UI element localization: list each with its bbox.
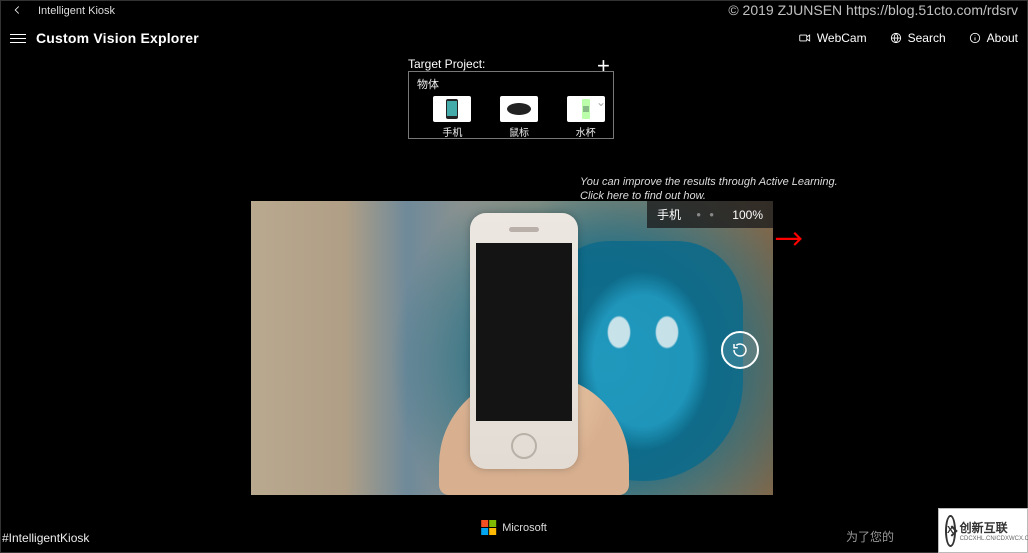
header-bar: Custom Vision Explorer WebCam Search Abo…: [0, 22, 1028, 56]
footer-right-text: 为了您的: [846, 528, 894, 545]
class-thumb-mouse[interactable]: 鼠标: [500, 96, 539, 139]
class-caption: 水杯: [576, 124, 596, 139]
project-selector[interactable]: 物体 手机 鼠标 水杯: [408, 71, 614, 139]
company-sub: CDCXHL.CN/CDXWCX.CN: [960, 536, 1028, 542]
footer-brand-text: Microsoft: [502, 522, 547, 534]
info-icon: [968, 31, 982, 45]
result-dots-icon: ● ●: [681, 210, 732, 219]
app-title: Intelligent Kiosk: [38, 5, 115, 17]
title-bar: Intelligent Kiosk: [0, 0, 1028, 22]
active-learning-hint[interactable]: You can improve the results through Acti…: [580, 175, 838, 204]
refresh-button[interactable]: [721, 331, 759, 369]
about-button[interactable]: About: [968, 31, 1018, 45]
phone-in-frame: [470, 213, 578, 469]
back-arrow-icon[interactable]: [8, 3, 26, 20]
class-caption: 鼠标: [509, 124, 529, 139]
globe-icon: [889, 31, 903, 45]
company-watermark: X 创新互联 CDCXHL.CN/CDXWCX.CN: [938, 508, 1028, 553]
company-name: 创新互联: [960, 519, 1028, 536]
class-caption: 手机: [442, 124, 462, 139]
microsoft-logo-icon: [481, 520, 496, 535]
target-project-label: Target Project:: [408, 57, 485, 71]
refresh-icon: [731, 341, 749, 359]
webcam-label: WebCam: [817, 31, 867, 45]
footer-hashtag: #IntelligentKiosk: [2, 531, 89, 545]
page-title: Custom Vision Explorer: [36, 30, 199, 46]
prediction-result: 手机 ● ● 100%: [647, 201, 773, 228]
class-thumb-phone[interactable]: 手机: [433, 96, 472, 139]
company-logo-icon: X: [945, 515, 956, 547]
prediction-confidence: 100%: [732, 208, 763, 222]
about-label: About: [987, 31, 1018, 45]
camera-feed: 手机 ● ● 100%: [251, 201, 773, 495]
hint-line1: You can improve the results through Acti…: [580, 175, 838, 189]
hamburger-icon[interactable]: [10, 34, 26, 43]
search-label: Search: [908, 31, 946, 45]
footer-brand: Microsoft: [481, 520, 547, 535]
webcam-button[interactable]: WebCam: [798, 31, 867, 45]
chevron-down-icon[interactable]: ⌄: [596, 95, 606, 109]
project-name: 物体: [417, 76, 605, 92]
prediction-label: 手机: [657, 206, 681, 223]
search-button[interactable]: Search: [889, 31, 946, 45]
webcam-icon: [798, 31, 812, 45]
